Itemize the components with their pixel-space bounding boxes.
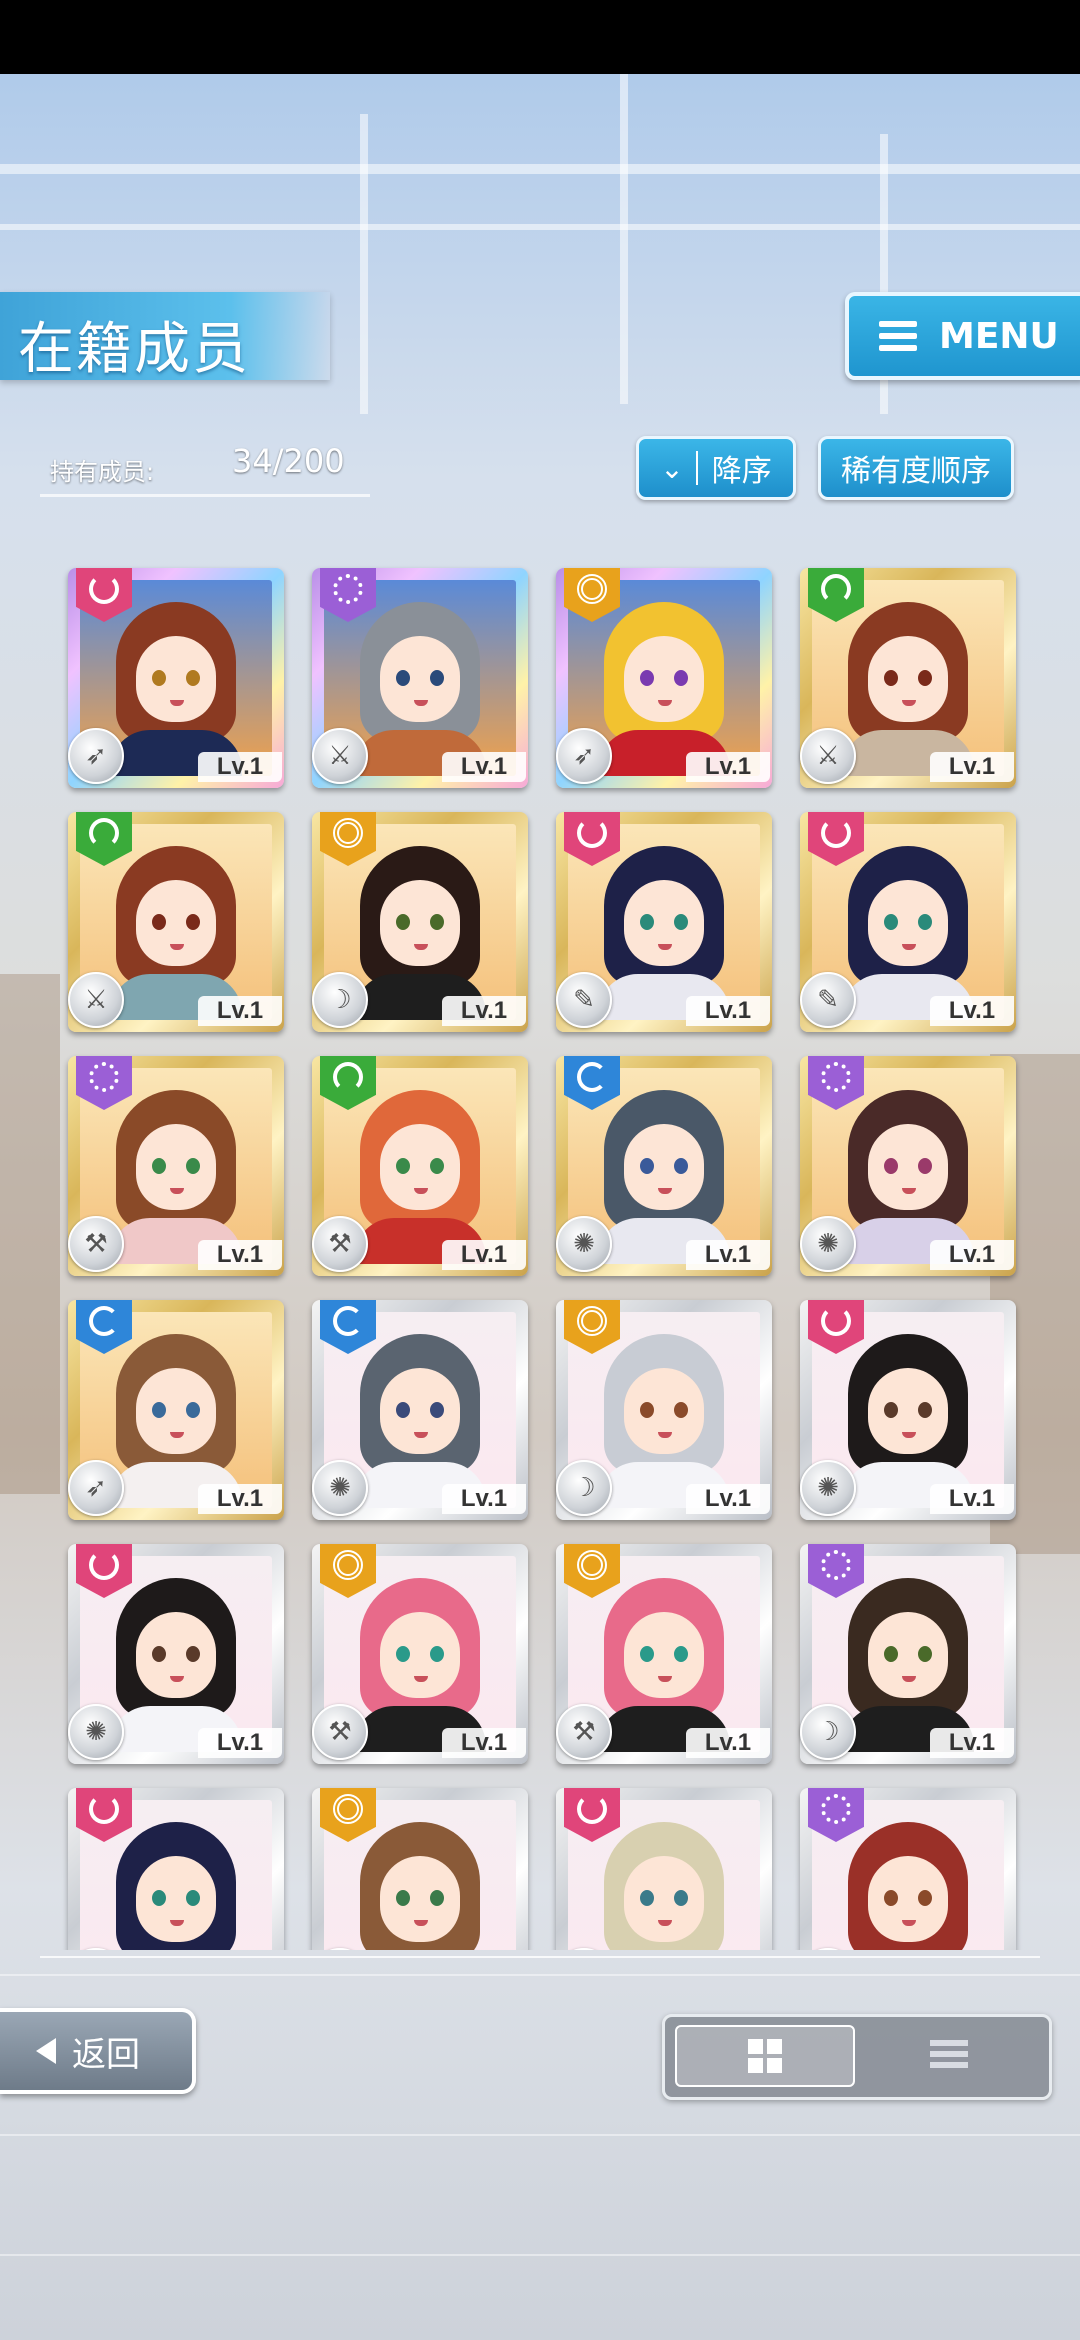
member-card[interactable]: ✺ Lv.1	[68, 1544, 284, 1764]
level-tag: Lv.1	[198, 1728, 282, 1758]
wrench-icon: ✎	[556, 972, 612, 1028]
gear-icon: ✺	[800, 1216, 856, 1272]
status-bar	[0, 0, 1080, 74]
level-tag: Lv.1	[198, 752, 282, 782]
member-card[interactable]: ⚔ Lv.1	[68, 812, 284, 1032]
member-card[interactable]: ☽ Lv.1	[556, 1300, 772, 1520]
level-tag: Lv.1	[198, 996, 282, 1026]
sword-icon: ⚔	[312, 728, 368, 784]
grid-view-button[interactable]	[675, 2025, 855, 2087]
member-card[interactable]: ✎ Lv.1	[556, 812, 772, 1032]
member-card[interactable]: ⚔ Lv.1	[312, 568, 528, 788]
grid-icon	[748, 2039, 782, 2073]
back-button[interactable]: 返回	[0, 2008, 196, 2094]
level-tag: Lv.1	[686, 1484, 770, 1514]
divider	[40, 1956, 1040, 1958]
level-tag: Lv.1	[930, 752, 1014, 782]
double-chevron-down-icon: ⌄	[660, 451, 684, 485]
gear-icon: ✺	[312, 1460, 368, 1516]
level-tag: Lv.1	[930, 996, 1014, 1026]
member-card-grid: ➶ Lv.1 ⚔ Lv.1 ➶ Lv.1 ⚔ Lv.1 ⚔ Lv.1 ☽ Lv.1 ✎ Lv.1 ✎ Lv.1…	[40, 560, 1040, 1950]
sort-order-label: 降序	[711, 454, 772, 489]
view-mode-toggle	[662, 2014, 1052, 2100]
level-tag: Lv.1	[442, 1240, 526, 1270]
gear-icon: ✺	[556, 1216, 612, 1272]
level-tag: Lv.1	[442, 752, 526, 782]
member-card[interactable]: ☽ Lv.1	[312, 812, 528, 1032]
gear-icon: ✺	[68, 1704, 124, 1760]
spear-icon: ➶	[68, 1460, 124, 1516]
level-tag: Lv.1	[686, 1240, 770, 1270]
menu-button[interactable]: MENU	[845, 292, 1080, 380]
member-card[interactable]: ✺ Lv.1	[556, 1056, 772, 1276]
sort-key-button[interactable]: 稀有度顺序	[818, 436, 1014, 500]
member-card[interactable]: ➶ Lv.1	[68, 1300, 284, 1520]
member-card[interactable]: ➶ Lv.1	[556, 568, 772, 788]
member-card[interactable]: ⚔ Lv.1	[800, 568, 1016, 788]
spear-icon: ➶	[68, 728, 124, 784]
hammer-icon: ⚒	[556, 1704, 612, 1760]
sword-icon: ⚔	[800, 728, 856, 784]
back-label: 返回	[72, 2034, 140, 2075]
member-card[interactable]: ➶ Lv.1	[68, 568, 284, 788]
member-card[interactable]: ⚒ Lv.1	[556, 1544, 772, 1764]
member-card[interactable]: ⚒ Lv.1	[312, 1056, 528, 1276]
member-card[interactable]: ✎ Lv.1	[800, 812, 1016, 1032]
member-card[interactable]: ⚒ Lv.1	[68, 1056, 284, 1276]
back-arrow-icon	[36, 2038, 56, 2064]
member-card[interactable]: ✺Lv.1	[800, 1788, 1016, 1950]
member-count-label: 持有成员:	[50, 458, 155, 486]
member-card[interactable]: ⚒ Lv.1	[312, 1544, 528, 1764]
sword-icon: ⚔	[68, 972, 124, 1028]
scythe-icon: ☽	[800, 1704, 856, 1760]
member-card[interactable]: ✺Lv.1	[312, 1788, 528, 1950]
level-tag: Lv.1	[930, 1240, 1014, 1270]
member-card[interactable]: ☽ Lv.1	[800, 1544, 1016, 1764]
member-card[interactable]: ✺ Lv.1	[800, 1056, 1016, 1276]
level-tag: Lv.1	[686, 752, 770, 782]
gear-icon: ✺	[800, 1460, 856, 1516]
level-tag: Lv.1	[442, 1484, 526, 1514]
level-tag: Lv.1	[198, 1484, 282, 1514]
page-title: 在籍成员	[18, 317, 250, 382]
hammer-icon: ⚒	[312, 1216, 368, 1272]
level-tag: Lv.1	[930, 1728, 1014, 1758]
list-icon	[930, 2035, 968, 2073]
level-tag: Lv.1	[442, 1728, 526, 1758]
level-tag: Lv.1	[442, 996, 526, 1026]
level-tag: Lv.1	[198, 1240, 282, 1270]
member-card[interactable]: ✺ Lv.1	[312, 1300, 528, 1520]
level-tag: Lv.1	[686, 1728, 770, 1758]
hammer-icon: ⚒	[312, 1704, 368, 1760]
spear-icon: ➶	[556, 728, 612, 784]
divider	[695, 451, 698, 485]
scythe-icon: ☽	[312, 972, 368, 1028]
hammer-icon: ⚒	[68, 1216, 124, 1272]
member-count-value: 34/200	[232, 442, 345, 480]
member-card[interactable]: ✺Lv.1	[68, 1788, 284, 1950]
sort-order-button[interactable]: ⌄ 降序	[636, 436, 796, 500]
divider	[40, 494, 370, 497]
level-tag: Lv.1	[930, 1484, 1014, 1514]
list-view-button[interactable]	[861, 2025, 1037, 2083]
menu-label: MENU	[939, 315, 1059, 357]
member-card[interactable]: ✺Lv.1	[556, 1788, 772, 1950]
level-tag: Lv.1	[686, 996, 770, 1026]
page-title-banner: 在籍成员	[0, 292, 330, 382]
hamburger-icon	[879, 315, 917, 357]
scythe-icon: ☽	[556, 1460, 612, 1516]
wrench-icon: ✎	[800, 972, 856, 1028]
sort-key-label: 稀有度顺序	[841, 454, 991, 489]
member-card[interactable]: ✺ Lv.1	[800, 1300, 1016, 1520]
